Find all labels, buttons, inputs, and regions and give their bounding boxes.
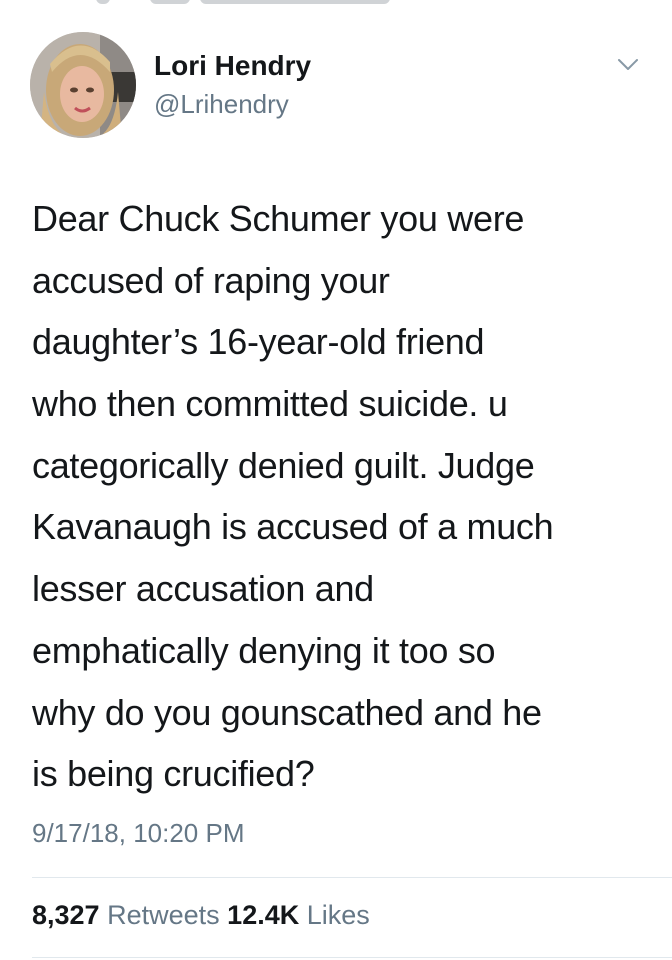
author-name[interactable]: Lori Hendry [154,50,311,82]
retweets-count: 8,327 [32,900,100,930]
divider [32,877,672,878]
tweet-line: Kavanaugh is accused of a much [32,506,554,548]
cropped-status-strip [0,0,672,14]
tweet-line: emphatically denying it too so [32,629,496,671]
divider [32,957,672,958]
tweet-line: is being crucified? [32,753,315,795]
tweet-timestamp[interactable]: 9/17/18, 10:20 PM [32,818,244,849]
tweet-line: categorically denied guilt. Judge [32,444,535,486]
tweet-text: Dear Chuck Schumer you were accused of r… [32,188,642,805]
avatar[interactable] [30,32,136,138]
tweet-line: lesser accusation and [32,568,374,610]
tweet-line: daughter’s 16-year-old friend [32,321,485,363]
tweet-line: Dear Chuck Schumer you were [32,198,525,239]
tweet-line: why do you gounscathed and he [32,691,542,733]
likes-stat[interactable]: 12.4K Likes [227,900,370,930]
retweets-label: Retweets [107,900,220,930]
tweet-line: who then committed suicide. u [32,383,508,425]
tweet-stats: 8,327 Retweets 12.4K Likes [32,900,370,931]
likes-label: Likes [306,900,370,930]
tweet-line: accused of raping your [32,259,390,301]
author-handle[interactable]: @Lrihendry [154,89,289,120]
chevron-down-icon[interactable] [617,58,639,72]
likes-count: 12.4K [227,900,300,930]
retweets-stat[interactable]: 8,327 Retweets [32,900,227,930]
